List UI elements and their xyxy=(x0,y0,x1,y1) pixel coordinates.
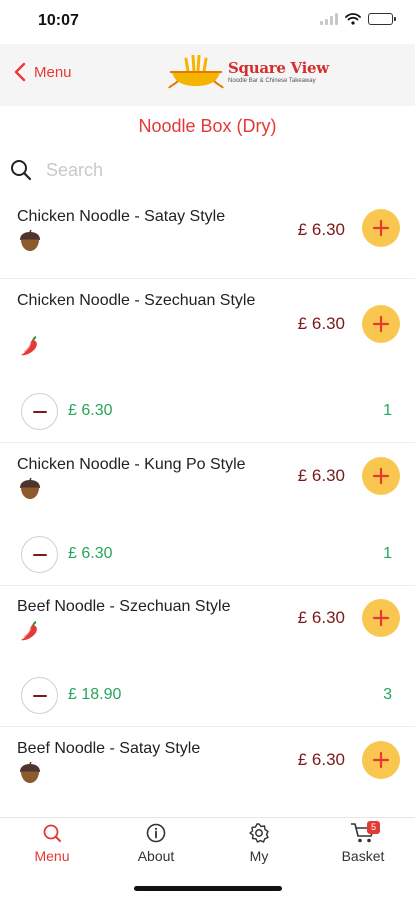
plus-icon xyxy=(371,466,391,486)
search-input[interactable] xyxy=(46,159,376,181)
divider xyxy=(0,278,415,279)
home-indicator xyxy=(134,886,282,891)
remove-button[interactable] xyxy=(21,393,58,430)
basket-badge: 5 xyxy=(367,821,380,834)
item-price: £ 6.30 xyxy=(297,608,345,627)
nut-icon xyxy=(17,230,43,252)
remove-button[interactable] xyxy=(21,536,58,573)
logo: Square View Noodle Bar & Chinese Takeawa… xyxy=(168,55,329,89)
logo-subtitle: Noodle Bar & Chinese Takeaway xyxy=(228,78,316,84)
battery-icon xyxy=(368,13,396,25)
quantity-count: 3 xyxy=(383,686,392,703)
add-button[interactable] xyxy=(362,305,400,343)
search-icon xyxy=(11,160,32,181)
tab-label: About xyxy=(137,848,175,864)
plus-icon xyxy=(371,750,391,770)
quantity-row: £ 18.90 3 xyxy=(0,677,415,715)
section-title: Noodle Box (Dry) xyxy=(138,116,277,136)
item-price: £ 6.30 xyxy=(297,466,345,485)
item-name: Beef Noodle - Szechuan Style xyxy=(17,598,231,615)
divider xyxy=(0,442,415,443)
remove-button[interactable] xyxy=(21,677,58,714)
nav-bar: Menu Square View Noodle Bar & Chinese Ta… xyxy=(0,44,415,106)
divider xyxy=(0,585,415,586)
item-name: Beef Noodle - Satay Style xyxy=(17,740,201,757)
logo-title: Square View xyxy=(228,59,329,77)
selected-price: £ 6.30 xyxy=(68,545,113,562)
tab-menu[interactable]: Menu xyxy=(12,822,92,864)
tab-label: Menu xyxy=(34,848,70,864)
search-icon xyxy=(43,824,61,842)
status-icons xyxy=(320,13,396,25)
tab-about[interactable]: About xyxy=(116,822,196,864)
plus-icon xyxy=(371,314,391,334)
add-button[interactable] xyxy=(362,457,400,495)
nut-icon xyxy=(17,762,43,784)
divider xyxy=(0,726,415,727)
status-time: 10:07 xyxy=(38,12,79,29)
back-button[interactable]: Menu xyxy=(14,62,72,82)
plus-icon xyxy=(371,218,391,238)
add-button[interactable] xyxy=(362,209,400,247)
item-price: £ 6.30 xyxy=(297,750,345,769)
status-bar: 10:07 xyxy=(0,0,415,44)
minus-icon xyxy=(30,402,50,422)
plus-icon xyxy=(371,608,391,628)
search-bar xyxy=(10,156,405,184)
gear-icon xyxy=(249,823,269,843)
quantity-row: £ 6.30 1 xyxy=(0,536,415,574)
minus-icon xyxy=(30,545,50,565)
quantity-row: £ 6.30 1 xyxy=(0,393,415,431)
signal-icon xyxy=(320,13,338,25)
tab-my[interactable]: My xyxy=(219,822,299,864)
minus-icon xyxy=(30,686,50,706)
tab-label: Basket xyxy=(341,848,385,864)
tab-label: My xyxy=(249,848,269,864)
chili-icon xyxy=(17,335,43,357)
selected-price: £ 6.30 xyxy=(68,402,113,419)
selected-price: £ 18.90 xyxy=(68,686,122,703)
add-button[interactable] xyxy=(362,599,400,637)
item-name: Chicken Noodle - Satay Style xyxy=(17,208,226,225)
item-price: £ 6.30 xyxy=(297,220,345,239)
wifi-icon xyxy=(345,13,361,25)
tab-basket[interactable]: 5 Basket xyxy=(323,821,403,864)
chevron-left-icon xyxy=(14,62,26,82)
quantity-count: 1 xyxy=(383,402,392,419)
item-price: £ 6.30 xyxy=(297,314,345,333)
info-icon xyxy=(146,823,166,843)
add-button[interactable] xyxy=(362,741,400,779)
quantity-count: 1 xyxy=(383,545,392,562)
item-name: Chicken Noodle - Szechuan Style xyxy=(17,292,256,309)
item-name: Chicken Noodle - Kung Po Style xyxy=(17,456,246,473)
nut-icon xyxy=(17,478,43,500)
logo-bowl-icon xyxy=(168,55,224,89)
back-label: Menu xyxy=(34,63,72,81)
chili-icon xyxy=(17,620,43,642)
